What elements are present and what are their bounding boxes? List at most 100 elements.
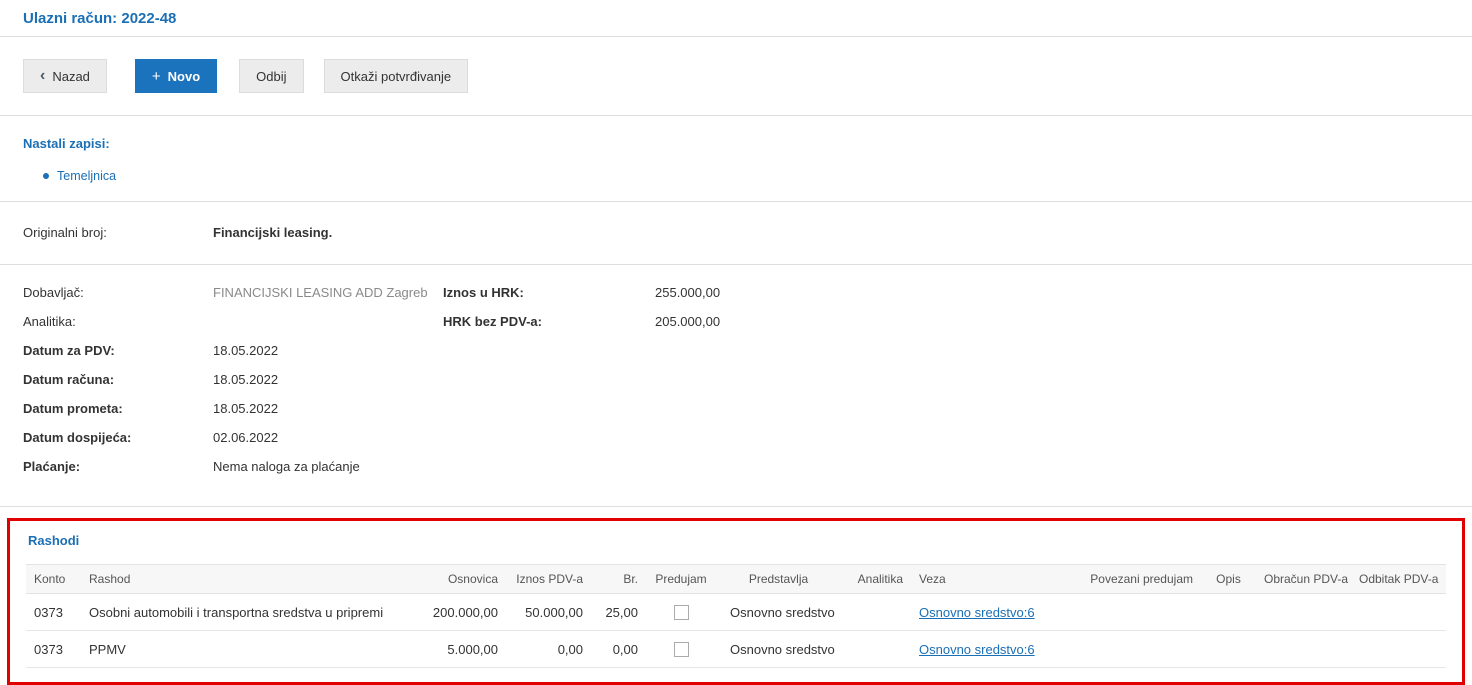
page-title: Ulazni račun: 2022-48 [23,10,177,27]
original-number-value: Financijski leasing. [213,225,333,240]
field-row-transaction-date: Datum prometa: 18.05.2022 [23,399,443,419]
field-row-analytics: Analitika: [23,312,443,332]
field-label: Analitika: [23,314,76,329]
divider [0,506,1472,507]
created-records-list: Temeljnica [23,167,1449,185]
field-label: Datum računa: [23,372,115,387]
expenses-section-highlighted: Rashodi Konto Rashod Osnovica Iznos PDV-… [7,518,1465,685]
field-label: Iznos u HRK: [443,285,524,300]
cell-analitika [841,630,911,669]
cell-rashod: Osobni automobili i transportna sredstva… [81,593,401,632]
bullet-icon [43,173,49,179]
reject-button-label: Odbij [256,68,287,84]
field-row-amount-hrk: Iznos u HRK: 255.000,00 [443,283,1449,303]
column-header-rashod: Rashod [81,564,401,594]
cell-predstavlja: Osnovno sredstvo [716,593,841,632]
cell-analitika [841,593,911,632]
predujam-checkbox[interactable] [673,642,689,658]
column-header-veza: Veza [911,564,1076,594]
details-left-column: Dobavljač: FINANCIJSKI LEASING ADD Zagre… [23,283,443,486]
cancel-confirmation-button[interactable]: Otkaži potvrđivanje [323,59,469,93]
cancel-confirmation-button-label: Otkaži potvrđivanje [340,68,452,84]
cell-konto: 0373 [26,593,81,632]
column-header-konto: Konto [26,564,81,594]
cell-povezani-predujam [1076,630,1201,669]
cell-rashod: PPMV [81,630,401,669]
cell-iznos-pdv: 50.000,00 [506,593,591,632]
column-header-opis: Opis [1201,564,1256,594]
veza-link[interactable]: Osnovno sredstvo:6 [919,605,1035,620]
cell-predujam [646,630,716,669]
chevron-left-icon: ‹ [40,67,46,84]
field-row-supplier: Dobavljač: FINANCIJSKI LEASING ADD Zagre… [23,283,443,303]
cell-odbitak-pdv [1351,630,1446,669]
column-header-br: Br. [591,564,646,594]
reject-button[interactable]: Odbij [239,59,304,93]
table-row: 0373 PPMV 5.000,00 0,00 0,00 Osnovno sre… [26,630,1446,669]
hrk-without-vat-value: 205.000,00 [655,314,721,329]
cell-opis [1201,630,1256,669]
temeljnica-link[interactable]: Temeljnica [57,169,116,183]
amount-hrk-value: 255.000,00 [655,285,721,300]
expenses-heading: Rashodi [28,533,80,548]
predujam-checkbox[interactable] [673,605,689,621]
field-row-hrk-without-vat: HRK bez PDV-a: 205.000,00 [443,312,1449,332]
back-button[interactable]: ‹ Nazad [23,59,107,93]
invoice-date-value: 18.05.2022 [213,372,279,387]
column-header-povezani-predujam: Povezani predujam [1076,564,1201,594]
cell-veza: Osnovno sredstvo:6 [911,630,1076,669]
toolbar: ‹ Nazad + Novo Odbij Otkaži potvrđivanje [0,37,1472,115]
field-row-payment: Plaćanje: Nema naloga za plaćanje [23,457,443,477]
column-header-analitika: Analitika [841,564,911,594]
due-date-value: 02.06.2022 [213,430,279,445]
plus-icon: + [151,67,161,85]
cell-povezani-predujam [1076,593,1201,632]
invoice-details-section: Dobavljač: FINANCIJSKI LEASING ADD Zagre… [0,265,1472,506]
cell-osnovica: 200.000,00 [401,593,506,632]
field-label: Plaćanje: [23,459,81,474]
cell-opis [1201,593,1256,632]
cell-predujam [646,593,716,632]
list-item: Temeljnica [43,167,1449,185]
column-header-osnovica: Osnovica [401,564,506,594]
field-row-original-number: Originalni broj: Financijski leasing. [23,223,1449,243]
column-header-odbitak-pdv: Odbitak PDV-a [1351,564,1446,594]
field-label: Dobavljač: [23,285,84,300]
field-row-vat-date: Datum za PDV: 18.05.2022 [23,341,443,361]
column-header-predstavlja: Predstavlja [716,564,841,594]
transaction-date-value: 18.05.2022 [213,401,279,416]
column-header-predujam: Predujam [646,564,716,594]
original-number-section: Originalni broj: Financijski leasing. [0,202,1472,264]
table-row: 0373 Osobni automobili i transportna sre… [26,593,1446,632]
cell-obracun-pdv [1256,630,1351,669]
field-label: Originalni broj: [23,225,107,240]
column-header-iznos-pdv: Iznos PDV-a [506,564,591,594]
field-label: Datum za PDV: [23,343,115,358]
cell-iznos-pdv: 0,00 [506,630,591,669]
cell-predstavlja: Osnovno sredstvo [716,630,841,669]
cell-br: 25,00 [591,593,646,632]
cell-osnovica: 5.000,00 [401,630,506,669]
details-right-column: Iznos u HRK: 255.000,00 HRK bez PDV-a: 2… [443,283,1449,486]
expenses-table: Konto Rashod Osnovica Iznos PDV-a Br. Pr… [26,564,1446,669]
cell-odbitak-pdv [1351,593,1446,632]
cell-obracun-pdv [1256,593,1351,632]
table-header-row: Konto Rashod Osnovica Iznos PDV-a Br. Pr… [26,564,1446,594]
field-label: Datum prometa: [23,401,123,416]
vat-date-value: 18.05.2022 [213,343,279,358]
created-records-section: Nastali zapisi: Temeljnica [0,116,1472,201]
column-header-obracun-pdv: Obračun PDV-a [1256,564,1351,594]
field-label: Datum dospijeća: [23,430,132,445]
field-row-invoice-date: Datum računa: 18.05.2022 [23,370,443,390]
new-button[interactable]: + Novo [134,59,218,93]
cell-veza: Osnovno sredstvo:6 [911,593,1076,632]
field-row-due-date: Datum dospijeća: 02.06.2022 [23,428,443,448]
veza-link[interactable]: Osnovno sredstvo:6 [919,642,1035,657]
created-records-heading: Nastali zapisi: [23,136,110,151]
cell-konto: 0373 [26,630,81,669]
new-button-label: Novo [167,68,201,84]
payment-value: Nema naloga za plaćanje [213,459,360,474]
cell-br: 0,00 [591,630,646,669]
page-header: Ulazni račun: 2022-48 [0,0,1472,36]
back-button-label: Nazad [52,68,90,84]
